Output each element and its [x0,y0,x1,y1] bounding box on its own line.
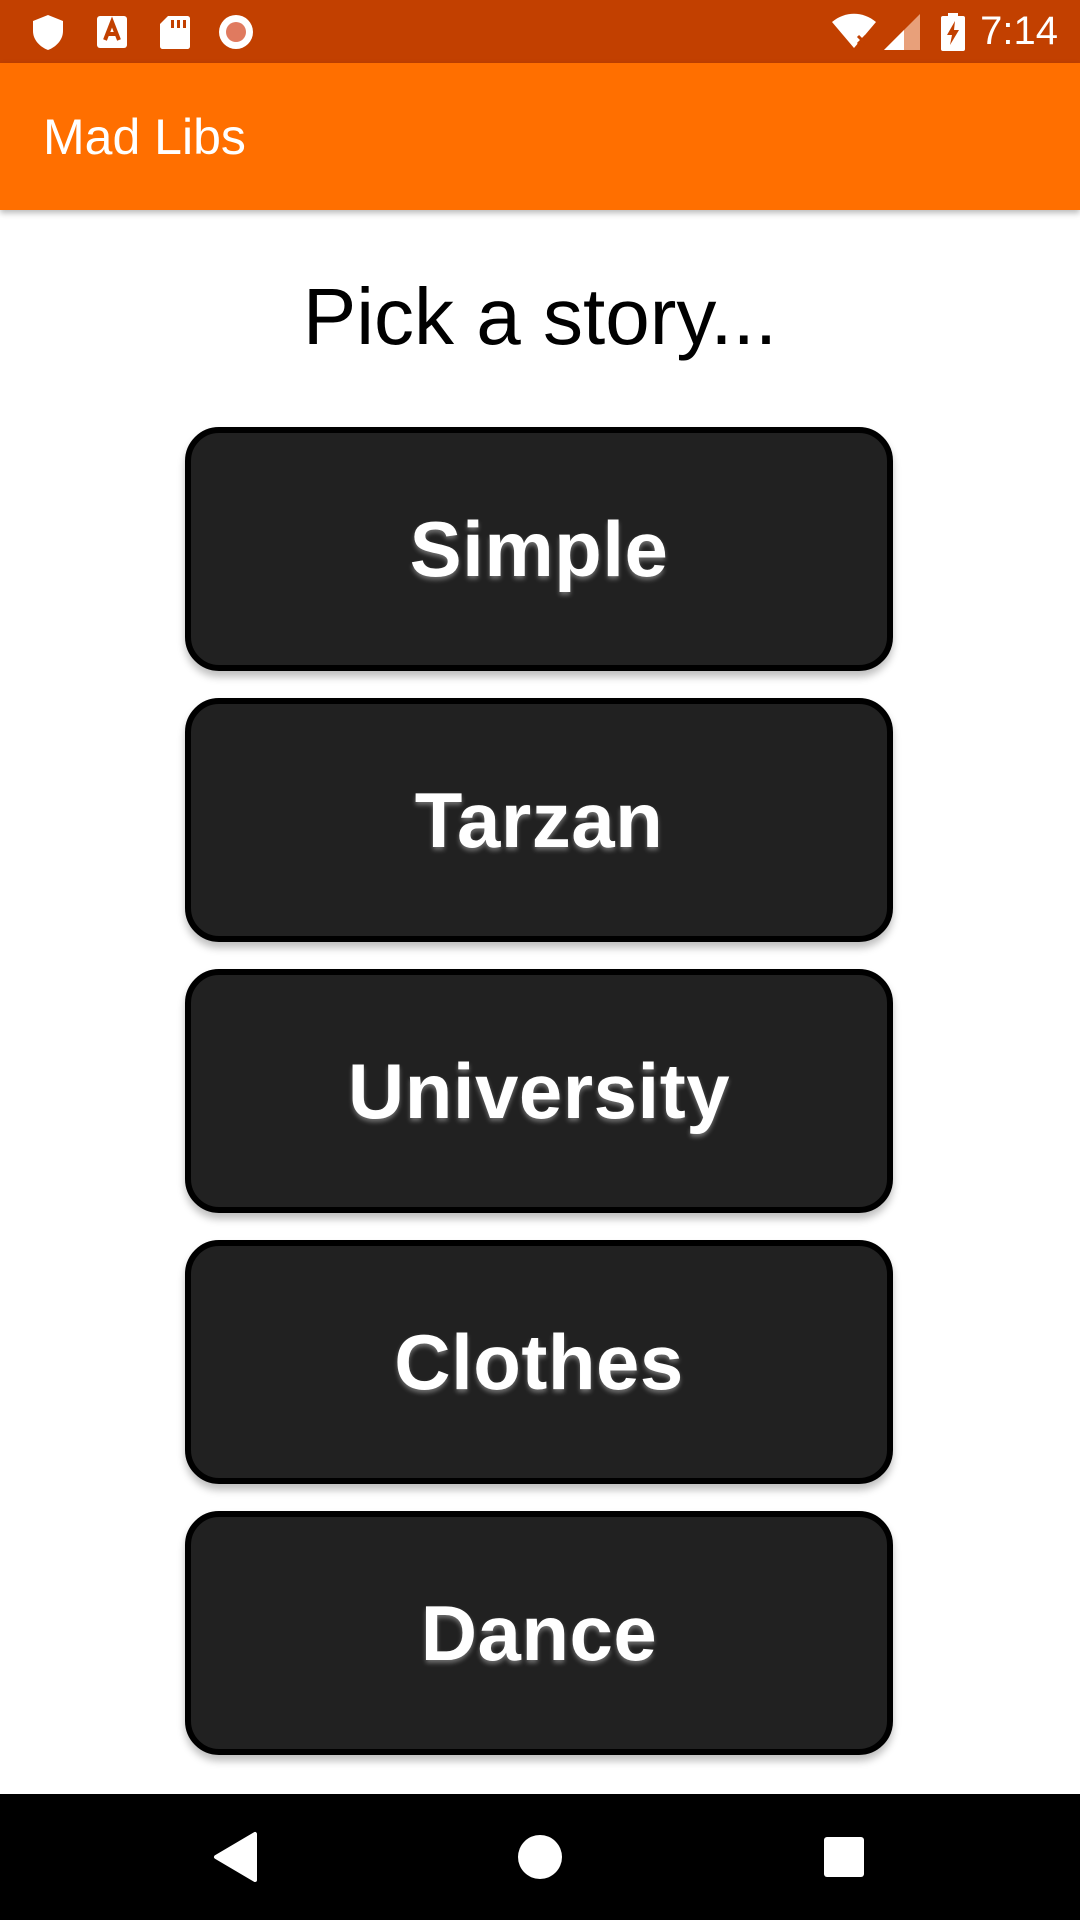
battery-charging-icon [941,13,965,51]
story-button-simple[interactable]: Simple [185,427,893,671]
status-clock: 7:14 [980,9,1058,53]
status-bar: 7:14 [0,0,1080,63]
story-button-university[interactable]: University [185,969,893,1213]
font-a-icon [97,16,127,48]
story-button-clothes[interactable]: Clothes [185,1240,893,1484]
story-button-tarzan[interactable]: Tarzan [185,698,893,942]
story-button-label: Tarzan [414,775,664,864]
back-icon[interactable] [200,1822,270,1892]
story-button-label: University [347,1046,731,1135]
home-icon[interactable] [505,1822,575,1892]
recents-icon[interactable] [809,1822,879,1892]
story-button-label: Dance [420,1588,658,1677]
app-title: Mad Libs [43,109,246,165]
story-button-label: Clothes [394,1317,684,1406]
wifi-off-icon [832,13,876,48]
app-bar: Mad Libs [0,63,1080,210]
sd-card-icon [160,16,190,49]
story-button-dance[interactable]: Dance [185,1511,893,1755]
page-heading: Pick a story... [302,272,778,361]
signal-icon [884,14,920,50]
screen: 7:14 Mad Libs Pick a story... Simple Tar… [0,0,1080,1920]
record-icon [219,15,253,49]
navigation-bar [0,1794,1080,1920]
shield-icon [33,15,63,50]
story-list: Simple Tarzan University Clothes Dance [185,427,893,1782]
story-button-label: Simple [409,504,669,593]
